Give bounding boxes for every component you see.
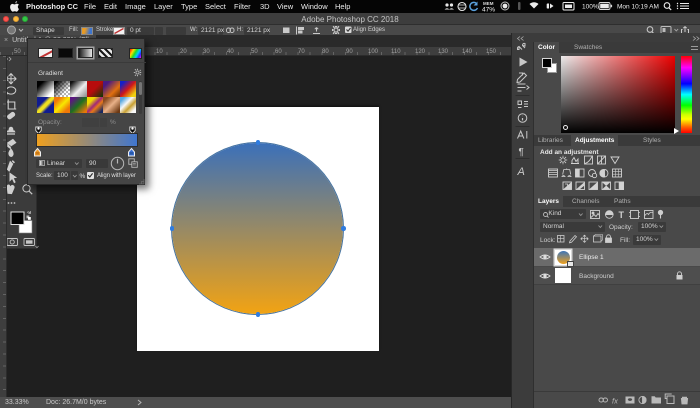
svg-text:Mon 10:19 AM: Mon 10:19 AM bbox=[617, 4, 659, 11]
svg-text:T: T bbox=[619, 210, 625, 220]
svg-text:100%: 100% bbox=[582, 4, 599, 11]
svg-text:¶: ¶ bbox=[519, 147, 524, 158]
svg-text:MEM: MEM bbox=[483, 1, 494, 6]
svg-text:A: A bbox=[517, 166, 525, 178]
svg-text:fx: fx bbox=[612, 397, 618, 406]
